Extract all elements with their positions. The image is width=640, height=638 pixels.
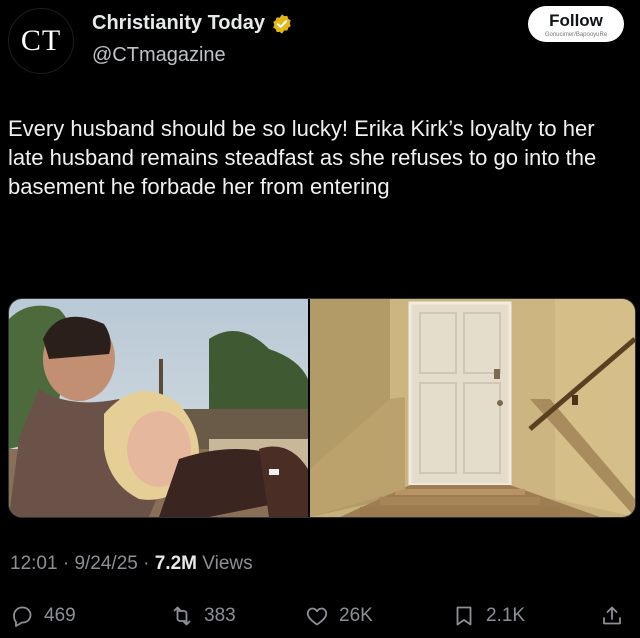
retweet-count: 383 [204,605,236,626]
like-button[interactable]: 26K [305,598,373,634]
heart-icon [306,607,328,626]
meta-separator-2: · [143,553,150,574]
handle[interactable]: @CTmagazine [92,44,226,67]
share-icon [603,606,621,625]
bookmark-count: 2.1K [486,605,526,626]
bookmark-icon [456,606,472,626]
tweet-date[interactable]: 9/24/25 [74,553,137,574]
bookmark-button[interactable]: 2.1K [452,598,525,634]
verified-badge-icon [273,13,291,34]
reply-count: 469 [44,605,76,626]
tweet-meta: 12:01 · 9/24/25 · 7.2M Views [10,553,253,575]
like-count: 26K [339,605,373,626]
meta-separator: · [62,553,70,574]
views-count: 7.2M [154,553,197,574]
retweet-icon [173,606,191,626]
share-button[interactable] [600,598,624,634]
tweet-media[interactable] [8,298,636,518]
tweet-time[interactable]: 12:01 [10,553,58,574]
views-label: Views [202,553,253,574]
basement-door-photo[interactable] [310,299,635,517]
name-row: Christianity Today [92,12,293,35]
tweet-text: Every husband should be so lucky! Erika … [8,116,597,199]
tweet-header: CT Christianity Today @CTmagazine Follow… [0,0,640,80]
tweet-actions: 469 383 26K 2.1K [0,598,640,634]
couple-photo[interactable] [9,299,308,517]
avatar[interactable]: CT [8,8,74,74]
reply-button[interactable]: 469 [10,598,76,634]
follow-button-sublabel: Gonucimer/BapooyuRe [544,31,608,38]
avatar-text: CT [20,24,62,57]
reply-icon [13,606,32,627]
follow-button[interactable]: Follow Gonucimer/BapooyuRe [528,6,624,42]
retweet-button[interactable]: 383 [170,598,236,634]
follow-button-label: Follow [549,10,603,30]
display-name[interactable]: Christianity Today [92,12,265,35]
